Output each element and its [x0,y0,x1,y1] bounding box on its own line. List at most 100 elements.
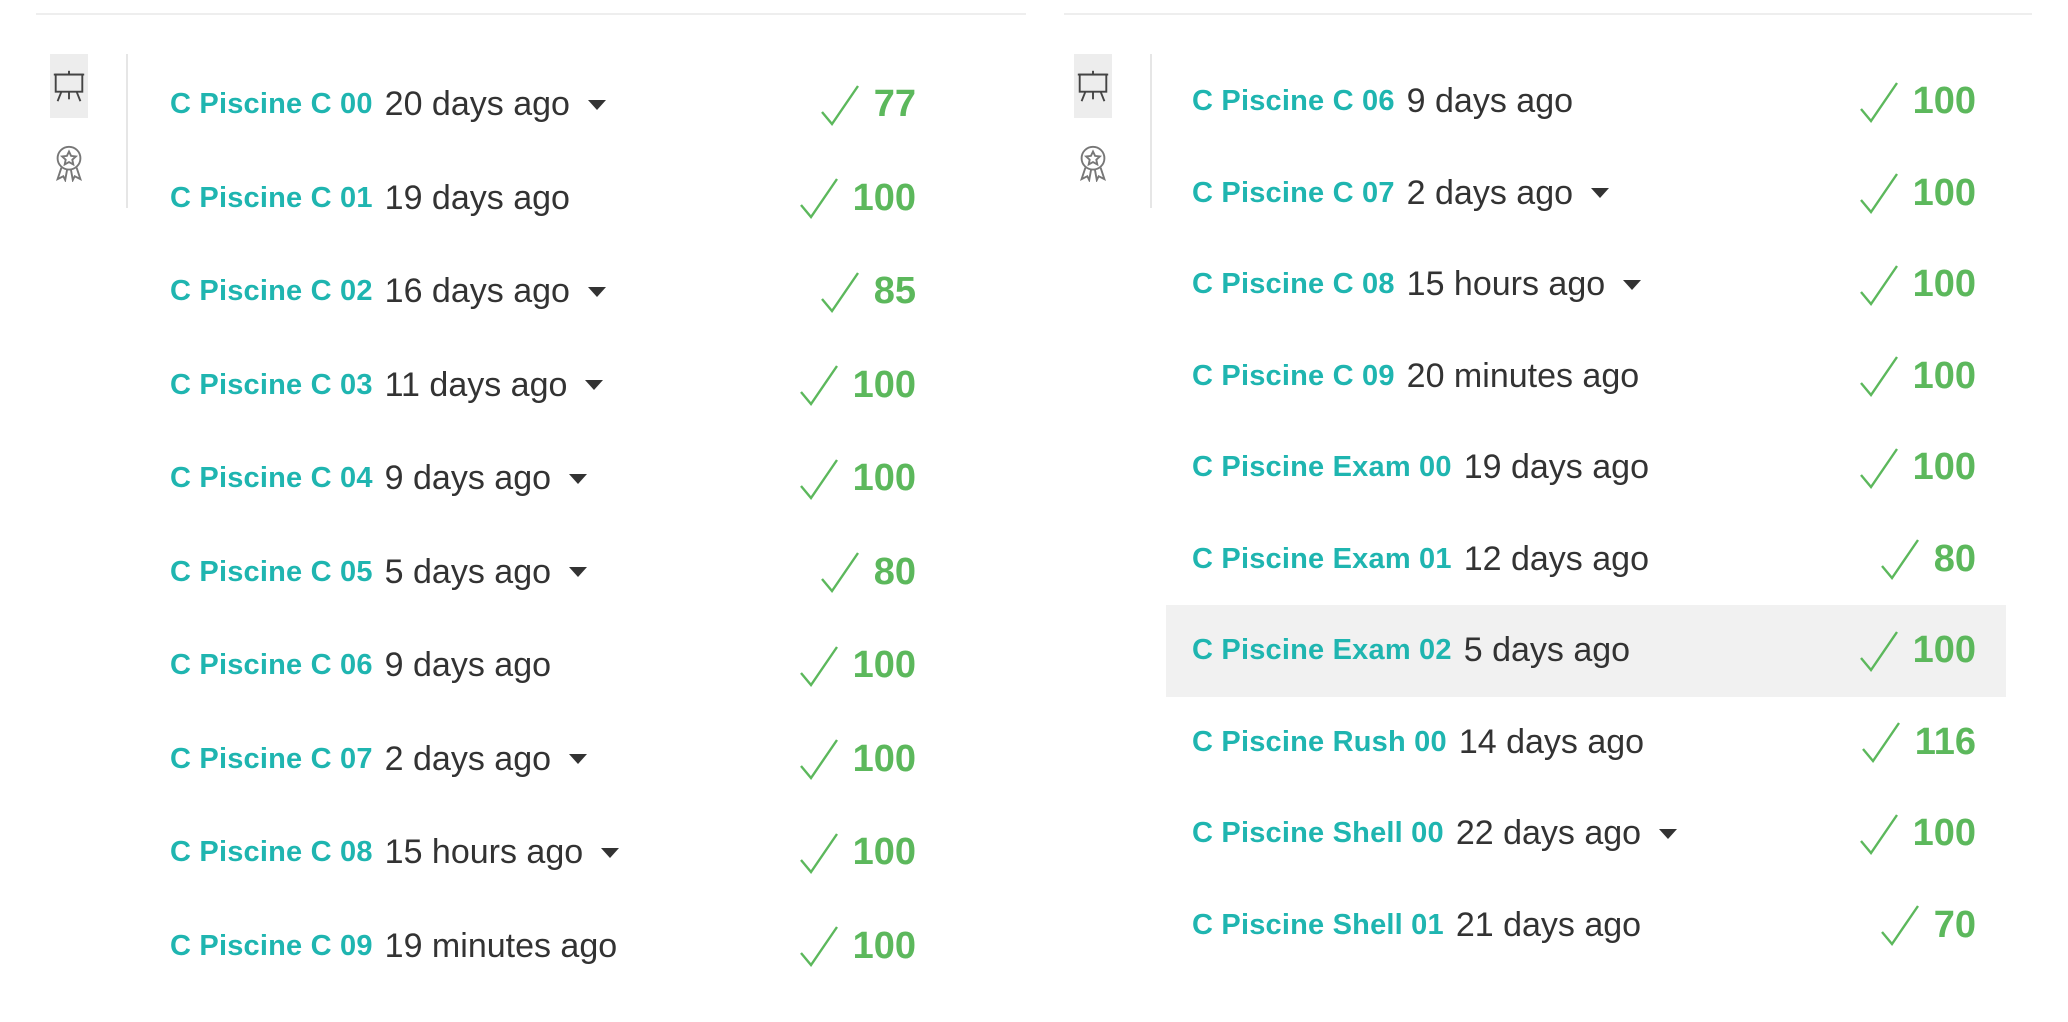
project-name[interactable]: C Piscine C 09 [1192,360,1395,393]
project-row[interactable]: C Piscine C 07 2 days ago 100 [1166,148,2006,240]
marked-time: 19 days ago [384,178,570,217]
score-value: 100 [1912,629,1976,672]
project-name[interactable]: C Piscine Shell 01 [1192,909,1444,942]
marked-time: 19 minutes ago [384,926,618,965]
caret-down-icon[interactable] [569,473,588,484]
project-row[interactable]: C Piscine C 08 15 hours ago 100 [160,806,1000,900]
project-name[interactable]: C Piscine C 06 [1192,85,1395,118]
project-row[interactable]: C Piscine C 06 9 days ago 100 [160,619,1000,713]
caret-down-icon[interactable] [601,847,620,858]
score: 100 [797,362,916,408]
score-value: 70 [1933,903,1976,946]
projects-panel-left: C Piscine C 00 20 days ago 77 C Piscine … [0,0,1034,1022]
caret-down-icon[interactable] [1659,828,1678,839]
marked-time: 20 minutes ago [1406,356,1640,395]
marked-time: 21 days ago [1455,905,1642,944]
project-name[interactable]: C Piscine C 07 [1192,177,1395,210]
project-row[interactable]: C Piscine Exam 00 19 days ago 100 [1166,422,2006,514]
caret-down-icon[interactable] [569,567,588,578]
project-row-highlighted[interactable]: C Piscine Exam 02 5 days ago 100 [1166,605,2006,697]
score-value: 100 [1912,263,1976,306]
project-name[interactable]: C Piscine Shell 00 [1192,817,1444,850]
project-row[interactable]: C Piscine C 01 19 days ago 100 [160,152,1000,246]
project-name[interactable]: C Piscine C 05 [170,556,373,589]
project-row[interactable]: C Piscine C 09 19 minutes ago 100 [160,900,1000,994]
caret-down-icon[interactable] [585,380,604,391]
project-name[interactable]: C Piscine C 00 [170,88,373,121]
score-value: 116 [1914,720,1976,763]
project-row[interactable]: C Piscine Exam 01 12 days ago 80 [1166,514,2006,606]
project-name[interactable]: C Piscine C 09 [170,930,373,963]
score: 100 [797,830,916,876]
score: 70 [1878,902,1976,948]
marked-time: 16 days ago [384,272,570,311]
tab-projects[interactable] [1074,54,1112,118]
project-row[interactable]: C Piscine C 06 9 days ago 100 [1166,56,2006,148]
score-value: 100 [852,831,916,874]
caret-down-icon[interactable] [587,99,606,110]
caret-down-icon[interactable] [1623,279,1642,290]
checkmark-icon [1859,448,1898,489]
project-row[interactable]: C Piscine C 02 16 days ago 85 [160,245,1000,339]
project-row[interactable]: C Piscine C 00 20 days ago 77 [160,58,1000,152]
project-row[interactable]: C Piscine Shell 00 22 days ago 100 [1166,788,2006,880]
project-name[interactable]: C Piscine C 03 [170,369,373,402]
caret-down-icon[interactable] [569,754,588,765]
project-name[interactable]: C Piscine C 08 [1192,268,1395,301]
score-value: 85 [873,270,916,313]
score-value: 100 [852,924,916,967]
marked-time: 19 days ago [1463,448,1649,487]
caret-down-icon[interactable] [587,286,606,297]
project-name[interactable]: C Piscine C 04 [170,462,373,495]
project-name[interactable]: C Piscine C 07 [170,743,373,776]
marked-time: 20 days ago [384,85,570,124]
checkmark-icon [1859,265,1898,306]
marked-time: 9 days ago [384,459,552,498]
score-value: 100 [852,644,916,687]
marked-time: 12 days ago [1463,539,1649,578]
project-name[interactable]: C Piscine Rush 00 [1192,726,1447,759]
marked-time: 2 days ago [1406,173,1574,212]
marked-time: 15 hours ago [384,833,584,872]
score-value: 100 [1912,354,1976,397]
project-row[interactable]: C Piscine C 09 20 minutes ago 100 [1166,331,2006,423]
project-row[interactable]: C Piscine C 03 11 days ago 100 [160,339,1000,433]
tab-achievements[interactable] [50,130,88,194]
project-name[interactable]: C Piscine Exam 01 [1192,543,1452,576]
project-list: C Piscine C 00 20 days ago 77 C Piscine … [160,58,1000,993]
tab-achievements[interactable] [1074,130,1112,194]
side-tabs [1074,54,1152,208]
project-name[interactable]: C Piscine Exam 00 [1192,451,1452,484]
project-name[interactable]: C Piscine Exam 02 [1192,634,1452,667]
project-name[interactable]: C Piscine C 08 [170,836,373,869]
projects-panel-right: C Piscine C 06 9 days ago 100 C Piscine … [1034,0,2068,1022]
tab-projects[interactable] [50,54,88,118]
score: 100 [797,923,916,969]
score: 77 [818,82,916,128]
score-value: 80 [1933,537,1976,580]
project-row[interactable]: C Piscine C 04 9 days ago 100 [160,432,1000,526]
checkmark-icon [820,272,859,313]
checkmark-icon [1859,814,1898,855]
presentation-board-icon [1077,70,1109,102]
marked-time: 9 days ago [384,646,552,685]
checkmark-icon [799,365,838,407]
caret-down-icon[interactable] [1591,188,1610,199]
marked-time: 9 days ago [1406,82,1574,121]
score: 100 [797,456,916,502]
project-row[interactable]: C Piscine Rush 00 14 days ago 116 [1166,697,2006,789]
score-value: 100 [1912,812,1976,855]
project-name[interactable]: C Piscine C 06 [170,649,373,682]
checkmark-icon [1880,905,1919,947]
project-name[interactable]: C Piscine C 02 [170,275,373,308]
project-row[interactable]: C Piscine C 07 2 days ago 100 [160,713,1000,807]
project-row[interactable]: C Piscine C 08 15 hours ago 100 [1166,239,2006,331]
project-row[interactable]: C Piscine C 05 5 days ago 80 [160,526,1000,620]
score: 80 [818,549,916,595]
score: 100 [1857,170,1976,216]
checkmark-icon [820,552,859,594]
project-name[interactable]: C Piscine C 01 [170,182,373,215]
checkmark-icon [799,833,838,874]
score-value: 100 [1912,446,1976,489]
project-row[interactable]: C Piscine Shell 01 21 days ago 70 [1166,880,2006,972]
